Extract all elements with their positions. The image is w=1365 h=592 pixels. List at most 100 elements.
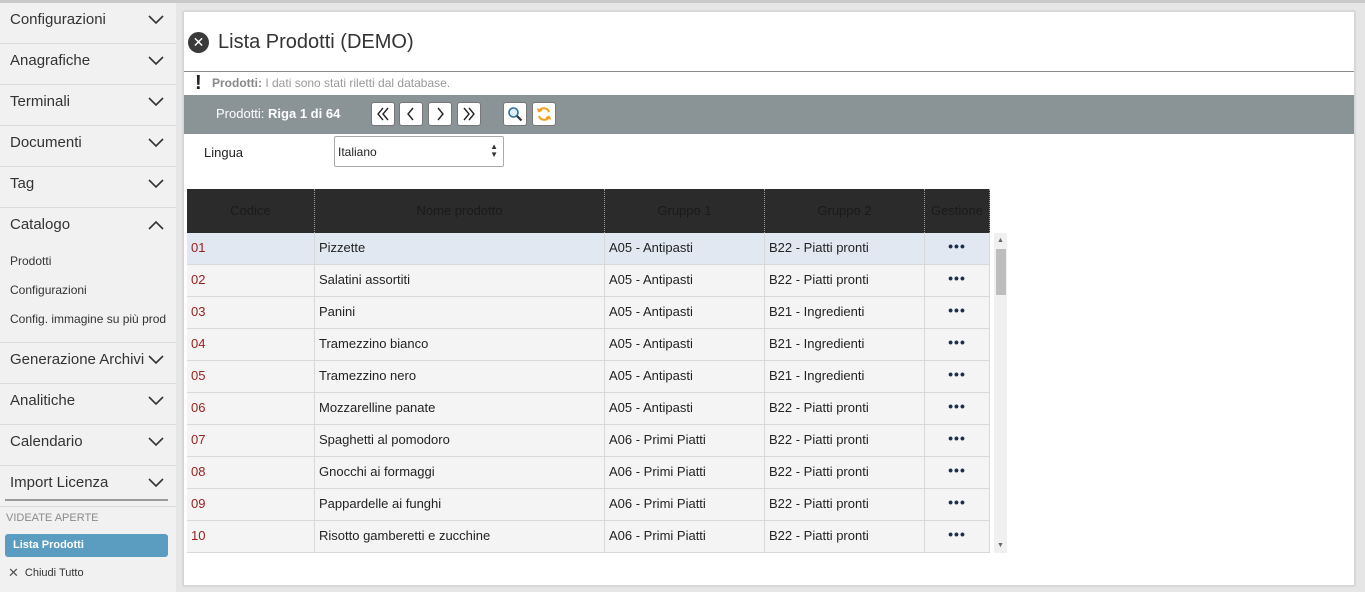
submenu-item[interactable]: Configurazioni (0, 276, 176, 305)
sidebar-item-catalogo[interactable]: Catalogo Prodotti Configurazioni Config. im… (0, 208, 176, 343)
more-options-icon[interactable]: ••• (925, 297, 990, 329)
page-title: Lista Prodotti (DEMO) (218, 31, 414, 53)
more-options-icon[interactable]: ••• (925, 393, 990, 425)
record-position-label: Prodotti: (216, 106, 265, 121)
chevron-down-icon (148, 478, 164, 488)
cell-gruppo-1: A05 - Antipasti (605, 297, 765, 329)
cell-nome-prodotto: Tramezzino bianco (315, 329, 605, 361)
cell-gruppo-2: B21 - Ingredienti (765, 329, 925, 361)
table-row[interactable]: 01 Pizzette A05 - Antipasti B22 - Piatti pr… (187, 233, 990, 265)
status-message-text: I dati sono stati riletti dal database. (265, 76, 451, 90)
cell-codice: 02 (187, 265, 315, 297)
sidebar-item-terminali[interactable]: Terminali (0, 85, 176, 126)
more-options-icon[interactable]: ••• (925, 265, 990, 297)
cell-gruppo-2: B22 - Piatti pronti (765, 393, 925, 425)
scrollbar-thumb[interactable] (996, 249, 1006, 295)
cell-gruppo-2: B22 - Piatti pronti (765, 489, 925, 521)
cell-gruppo-1: A05 - Antipasti (605, 393, 765, 425)
column-header-gestione[interactable]: Gestione (925, 189, 990, 233)
column-header-nome-prodotto[interactable]: Nome prodotto (315, 189, 605, 233)
record-position-value: Riga 1 di 64 (268, 106, 341, 121)
cell-nome-prodotto: Pappardelle ai funghi (315, 489, 605, 521)
submenu-item[interactable]: Config. immagine su più prod (0, 305, 176, 334)
open-views-label: VIDEATE APERTE (6, 512, 99, 524)
cell-codice: 01 (187, 233, 315, 265)
sidebar: Configurazioni Anagrafiche Terminali Docume… (0, 3, 176, 592)
cell-nome-prodotto: Gnocchi ai formaggi (315, 457, 605, 489)
sidebar-item-label: Documenti (10, 134, 82, 151)
last-record-button[interactable] (457, 102, 481, 126)
table-row[interactable]: 03 Panini A05 - Antipasti B21 - Ingredienti… (187, 297, 990, 329)
chevron-down-icon (148, 396, 164, 406)
next-record-button[interactable] (428, 102, 452, 126)
cell-codice: 07 (187, 425, 315, 457)
column-header-codice[interactable]: Codice (187, 189, 315, 233)
search-button[interactable] (503, 102, 527, 126)
table-row[interactable]: 02 Salatini assortiti A05 - Antipasti B22 -… (187, 265, 990, 297)
sidebar-item-label: Anagrafiche (10, 52, 91, 69)
column-header-gruppo-1[interactable]: Gruppo 1 (605, 189, 765, 233)
sidebar-item-label: Terminali (10, 93, 71, 110)
cell-codice: 08 (187, 457, 315, 489)
language-label: Lingua (204, 145, 244, 160)
sidebar-item-generazione-archivi[interactable]: Generazione Archivi (0, 343, 176, 384)
more-options-icon[interactable]: ••• (925, 361, 990, 393)
column-header-gruppo-2[interactable]: Gruppo 2 (765, 189, 925, 233)
top-border (0, 0, 1365, 3)
more-options-icon[interactable]: ••• (925, 521, 990, 553)
refresh-button[interactable] (532, 102, 556, 126)
previous-record-button[interactable] (399, 102, 423, 126)
close-window-icon[interactable]: ✕ (188, 32, 209, 53)
cell-nome-prodotto: Pizzette (315, 233, 605, 265)
sidebar-item-documenti[interactable]: Documenti (0, 126, 176, 167)
cell-gruppo-1: A06 - Primi Piatti (605, 489, 765, 521)
catalogo-submenu: Prodotti Configurazioni Config. immagine s… (0, 247, 176, 334)
first-record-button[interactable] (371, 102, 395, 126)
cell-gruppo-2: B21 - Ingredienti (765, 297, 925, 329)
more-options-icon[interactable]: ••• (925, 425, 990, 457)
table-row[interactable]: 06 Mozzarelline panate A05 - Antipasti B22 … (187, 393, 990, 425)
cell-gruppo-1: A05 - Antipasti (605, 233, 765, 265)
sidebar-item-calendario[interactable]: Calendario (0, 425, 176, 466)
sidebar-item-label: Calendario (10, 433, 83, 450)
table-row[interactable]: 05 Tramezzino nero A05 - Antipasti B21 - In… (187, 361, 990, 393)
sidebar-item-anagrafiche[interactable]: Anagrafiche (0, 44, 176, 85)
cell-nome-prodotto: Tramezzino nero (315, 361, 605, 393)
sidebar-item-label: Import Licenza (10, 474, 109, 491)
open-view-lista-prodotti[interactable]: Lista Prodotti (5, 534, 168, 557)
main-panel: ✕ Lista Prodotti (DEMO) ! Prodotti: I da… (183, 11, 1355, 586)
cell-gruppo-2: B21 - Ingredienti (765, 361, 925, 393)
sidebar-item-analitiche[interactable]: Analitiche (0, 384, 176, 425)
refresh-icon (536, 107, 552, 121)
table-row[interactable]: 04 Tramezzino bianco A05 - Antipasti B21 - … (187, 329, 990, 361)
status-message: Prodotti: I dati sono stati riletti dal … (212, 76, 450, 90)
table-row[interactable]: 10 Risotto gamberetti e zucchine A06 - Pri… (187, 521, 990, 553)
scroll-down-icon[interactable]: ▼ (996, 541, 1005, 550)
sidebar-item-configurazioni[interactable]: Configurazioni (0, 3, 176, 44)
cell-nome-prodotto: Risotto gamberetti e zucchine (315, 521, 605, 553)
language-select-value: Italiano (338, 145, 377, 159)
sidebar-item-tag[interactable]: Tag (0, 167, 176, 208)
table-row[interactable]: 07 Spaghetti al pomodoro A06 - Primi Piatt… (187, 425, 990, 457)
close-all-button[interactable]: ✕ Chiudi Tutto (8, 565, 84, 581)
more-options-icon[interactable]: ••• (925, 457, 990, 489)
chevron-right-icon (437, 107, 444, 121)
more-options-icon[interactable]: ••• (925, 329, 990, 361)
cell-codice: 04 (187, 329, 315, 361)
table-header: Codice Nome prodotto Gruppo 1 Gruppo 2 G… (187, 189, 990, 233)
submenu-item[interactable]: Prodotti (0, 247, 176, 276)
updown-arrows-icon: ▲ ▼ (490, 142, 498, 159)
table-scrollbar[interactable]: ▲ ▼ (994, 233, 1007, 553)
more-options-icon[interactable]: ••• (925, 233, 990, 265)
cell-codice: 05 (187, 361, 315, 393)
more-options-icon[interactable]: ••• (925, 489, 990, 521)
table-row[interactable]: 09 Pappardelle ai funghi A06 - Primi Piatt… (187, 489, 990, 521)
scroll-up-icon[interactable]: ▲ (996, 236, 1005, 245)
cell-gruppo-2: B22 - Piatti pronti (765, 233, 925, 265)
cell-gruppo-1: A05 - Antipasti (605, 265, 765, 297)
table-row[interactable]: 08 Gnocchi ai formaggi A06 - Primi Piatti B… (187, 457, 990, 489)
chevron-down-icon (148, 138, 164, 148)
language-select[interactable]: Italiano ▲ ▼ (334, 136, 504, 167)
record-position: Prodotti: Riga 1 di 64 (216, 106, 340, 121)
cell-gruppo-1: A06 - Primi Piatti (605, 521, 765, 553)
